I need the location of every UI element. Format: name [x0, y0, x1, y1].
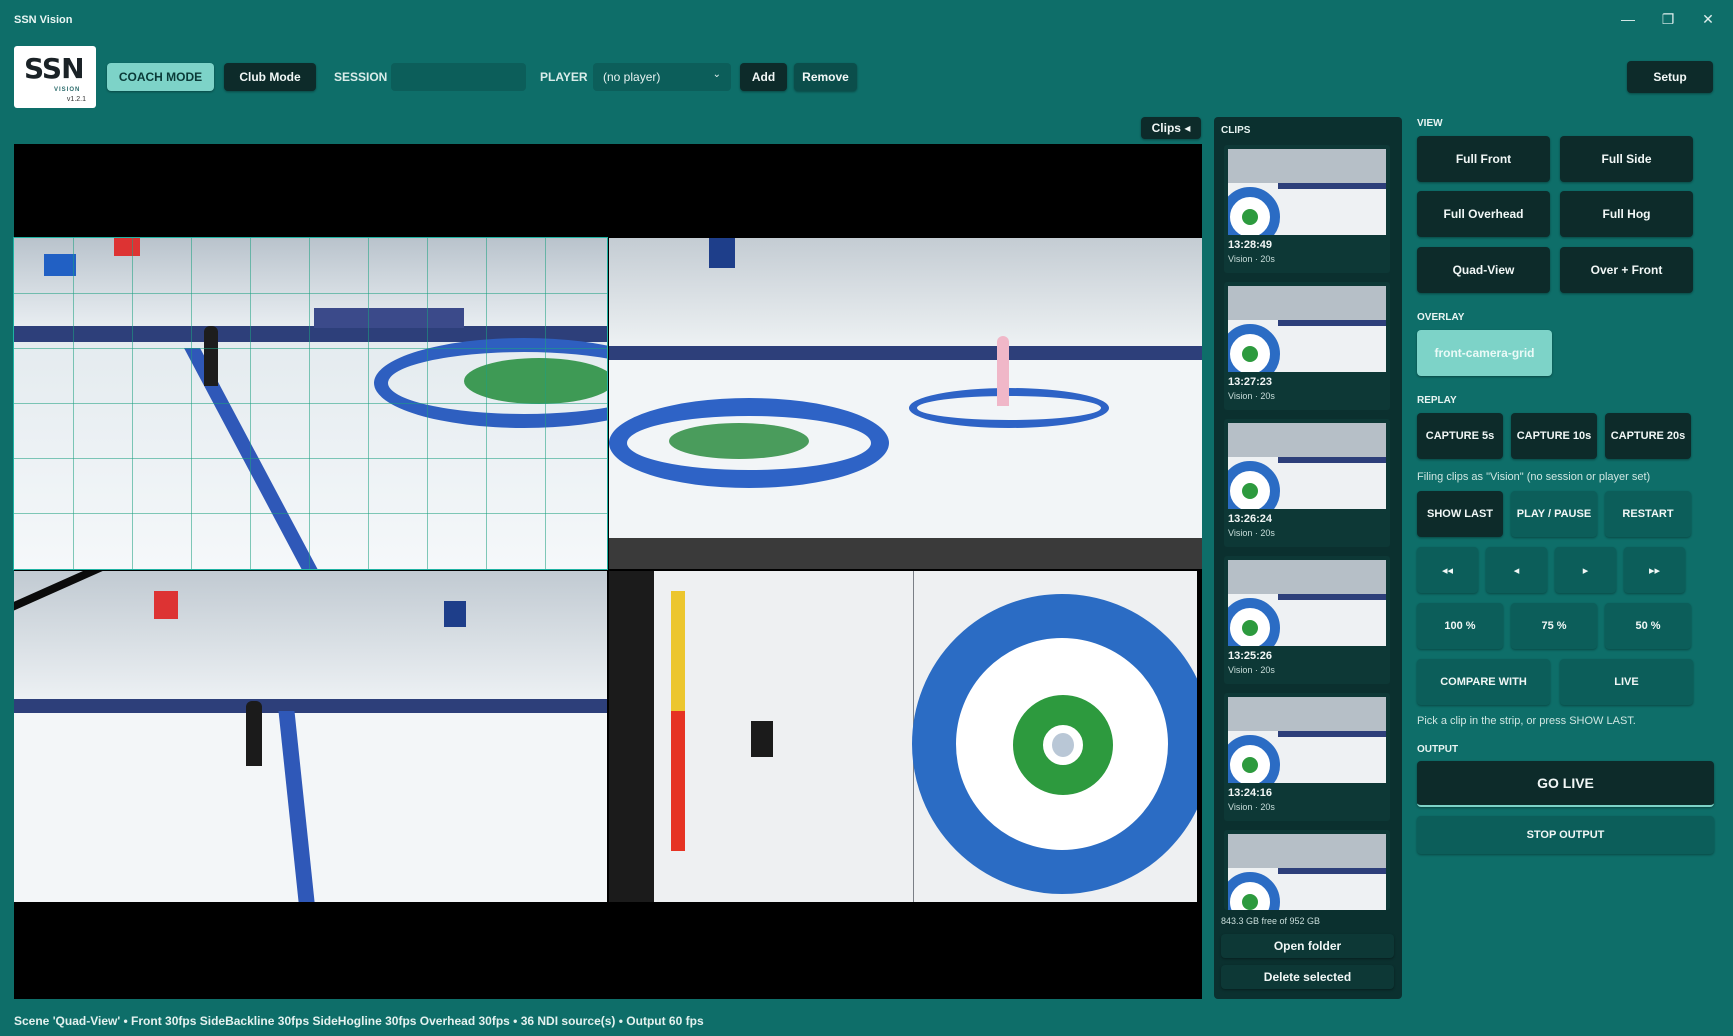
side-backline-camera-feed	[609, 238, 1202, 569]
clip-item[interactable]: 13:28:49 Vision · 20s	[1224, 145, 1390, 273]
view-section-title: VIEW	[1417, 118, 1443, 129]
chevron-down-icon: ⌄	[712, 69, 721, 80]
clip-time: 13:27:23	[1228, 376, 1273, 388]
close-button[interactable]: ✕	[1690, 6, 1726, 32]
clip-item[interactable]: 13:26:24 Vision · 20s	[1224, 419, 1390, 547]
clips-toggle-button[interactable]: Clips ◂	[1141, 117, 1201, 139]
ssn-logo: SSN VISION v1.2.1	[14, 46, 96, 108]
player-label: PLAYER	[540, 70, 588, 84]
add-player-button[interactable]: Add	[740, 63, 787, 91]
storage-info: 843.3 GB free of 952 GB	[1221, 916, 1321, 926]
speed-100-button[interactable]: 100 %	[1417, 603, 1503, 649]
overlay-section-title: OVERLAY	[1417, 312, 1465, 323]
remove-player-button[interactable]: Remove	[794, 63, 857, 91]
setup-button[interactable]: Setup	[1627, 61, 1713, 93]
coach-mode-button[interactable]: COACH MODE	[107, 63, 214, 91]
app-title: SSN Vision	[14, 14, 73, 26]
speed-75-button[interactable]: 75 %	[1511, 603, 1597, 649]
clip-thumbnail	[1228, 697, 1386, 783]
delete-selected-button[interactable]: Delete selected	[1221, 965, 1394, 989]
clip-item[interactable]: 13:27:23 Vision · 20s	[1224, 282, 1390, 410]
clip-time: 13:24:16	[1228, 787, 1273, 799]
output-section-title: OUTPUT	[1417, 744, 1459, 755]
over-front-button[interactable]: Over + Front	[1560, 247, 1693, 293]
step-back-button[interactable]: ◂	[1486, 547, 1547, 593]
clip-thumbnail	[1228, 423, 1386, 509]
clip-meta: Vision · 20s	[1228, 391, 1275, 401]
pick-clip-hint: Pick a clip in the strip, or press SHOW …	[1417, 715, 1636, 727]
player-select-value: (no player)	[603, 70, 661, 84]
logo-subtext: VISION	[54, 87, 81, 93]
clip-item[interactable]: 13:25:26 Vision · 20s	[1224, 556, 1390, 684]
clip-meta: Vision · 20s	[1228, 254, 1275, 264]
full-front-button[interactable]: Full Front	[1417, 136, 1550, 182]
player-select[interactable]: (no player) ⌄	[593, 63, 731, 91]
clip-thumbnail	[1228, 834, 1386, 910]
restore-button[interactable]: ❐	[1650, 6, 1686, 32]
clip-thumbnail	[1228, 149, 1386, 235]
logo-text: SSN	[24, 52, 85, 85]
restart-button[interactable]: RESTART	[1605, 491, 1691, 537]
capture-10s-button[interactable]: CAPTURE 10s	[1511, 413, 1597, 459]
compare-with-button[interactable]: COMPARE WITH	[1417, 659, 1550, 705]
video-preview	[13, 144, 1202, 999]
clip-meta: Vision · 20s	[1228, 802, 1275, 812]
clip-time: 13:25:26	[1228, 650, 1273, 662]
open-folder-button[interactable]: Open folder	[1221, 934, 1394, 958]
version-label: v1.2.1	[66, 96, 86, 103]
clip-item[interactable]	[1224, 830, 1390, 910]
side-hogline-camera-feed	[14, 571, 607, 902]
capture-5s-button[interactable]: CAPTURE 5s	[1417, 413, 1503, 459]
full-hog-button[interactable]: Full Hog	[1560, 191, 1693, 237]
clips-panel: CLIPS 13:28:49 Vision · 20s 13:27:23 Vis…	[1214, 117, 1402, 999]
show-last-button[interactable]: SHOW LAST	[1417, 491, 1503, 537]
live-button[interactable]: LIVE	[1560, 659, 1693, 705]
clip-item[interactable]: 13:24:16 Vision · 20s	[1224, 693, 1390, 821]
status-bar: Scene 'Quad-View' • Front 30fps SideBack…	[14, 1014, 704, 1028]
clip-meta: Vision · 20s	[1228, 528, 1275, 538]
clip-thumbnail	[1228, 560, 1386, 646]
session-label: SESSION	[334, 70, 388, 84]
front-camera-grid-button[interactable]: front-camera-grid	[1417, 330, 1552, 376]
clip-thumbnail	[1228, 286, 1386, 372]
quad-view-button[interactable]: Quad-View	[1417, 247, 1550, 293]
rewind-button[interactable]: ◂◂	[1417, 547, 1478, 593]
filing-hint: Filing clips as "Vision" (no session or …	[1417, 471, 1651, 483]
full-overhead-button[interactable]: Full Overhead	[1417, 191, 1550, 237]
minimize-button[interactable]: —	[1610, 6, 1646, 32]
full-side-button[interactable]: Full Side	[1560, 136, 1693, 182]
club-mode-button[interactable]: Club Mode	[224, 63, 316, 91]
replay-section-title: REPLAY	[1417, 395, 1457, 406]
play-pause-button[interactable]: PLAY / PAUSE	[1511, 491, 1597, 537]
clip-time: 13:28:49	[1228, 239, 1273, 251]
clips-title: CLIPS	[1221, 125, 1251, 136]
stop-output-button[interactable]: STOP OUTPUT	[1417, 816, 1714, 854]
front-camera-feed	[13, 237, 608, 570]
clip-time: 13:26:24	[1228, 513, 1273, 525]
clip-meta: Vision · 20s	[1228, 665, 1275, 675]
speed-50-button[interactable]: 50 %	[1605, 603, 1691, 649]
overhead-camera-feed	[609, 571, 1197, 902]
capture-20s-button[interactable]: CAPTURE 20s	[1605, 413, 1691, 459]
title-bar	[0, 0, 1733, 40]
fast-forward-button[interactable]: ▸▸	[1624, 547, 1685, 593]
step-forward-button[interactable]: ▸	[1555, 547, 1616, 593]
go-live-button[interactable]: GO LIVE	[1417, 761, 1714, 807]
session-input[interactable]	[391, 63, 526, 91]
